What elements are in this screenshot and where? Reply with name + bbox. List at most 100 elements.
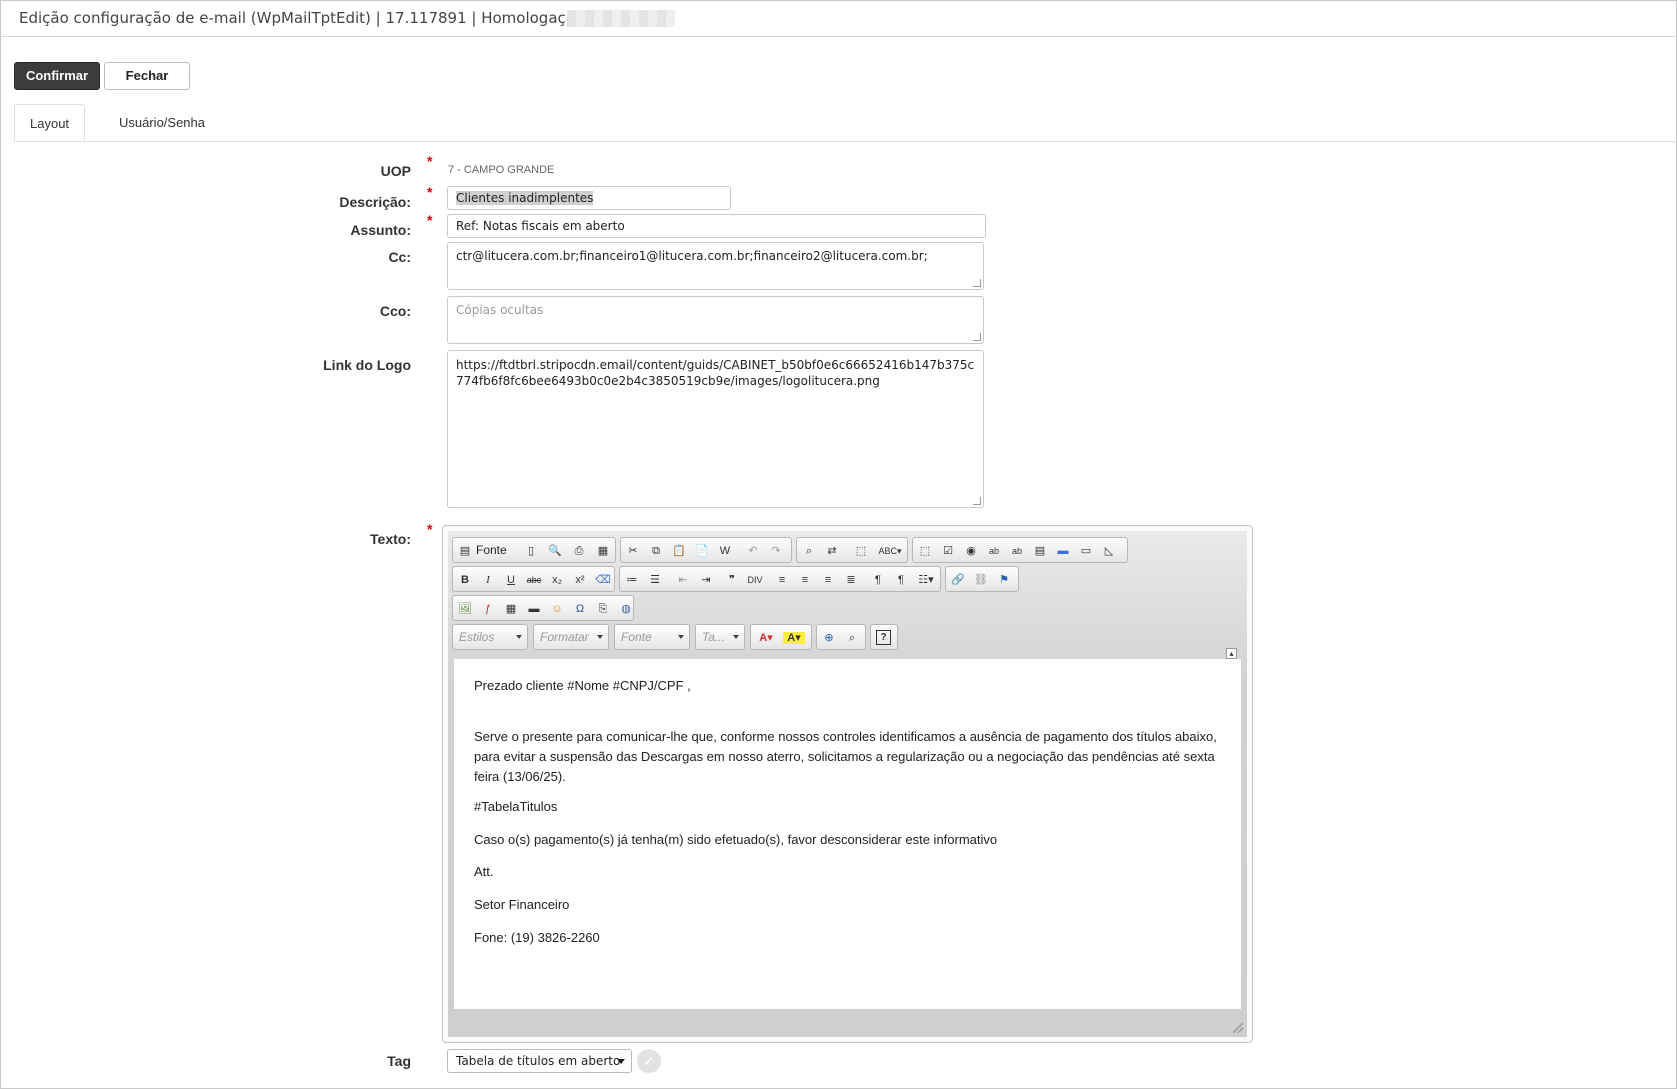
assunto-label: Assunto: xyxy=(350,222,411,238)
assunto-input[interactable]: Ref: Notas fiscais em aberto xyxy=(447,214,986,238)
outdent-icon[interactable]: ⇤ xyxy=(675,572,691,588)
subscript-icon[interactable]: x₂ xyxy=(549,572,565,588)
check-circle-icon[interactable]: ✓ xyxy=(637,1049,661,1073)
size-combo[interactable]: Ta... xyxy=(695,624,745,650)
toolbar-group-colors: A▾ A▾ xyxy=(750,624,812,650)
tag-select[interactable]: Tabela de títulos em aberto xyxy=(447,1049,632,1073)
toolbar-group-clipboard: ✂ ⧉ 📋 📄 W ↶ ↷ xyxy=(620,537,792,563)
replace-icon[interactable]: ⇄ xyxy=(824,543,840,559)
select-all-icon[interactable]: ⬚ xyxy=(853,543,869,559)
tab-user-password[interactable]: Usuário/Senha xyxy=(104,104,220,141)
maximize-icon[interactable]: ⊕ xyxy=(821,630,837,646)
toolbar-group-help: ? xyxy=(870,624,898,650)
cc-value: ctr@litucera.com.br;financeiro1@litucera… xyxy=(456,249,928,263)
assunto-value: Ref: Notas fiscais em aberto xyxy=(456,219,625,233)
link-icon[interactable]: 🔗 xyxy=(950,572,966,588)
source-button-label[interactable]: Fonte xyxy=(476,543,507,557)
remove-format-icon[interactable]: ⌫ xyxy=(595,572,611,588)
hidden-field-icon[interactable]: ◺ xyxy=(1101,543,1117,559)
font-combo[interactable]: Fonte xyxy=(614,624,690,650)
new-page-icon[interactable]: ▯ xyxy=(523,543,539,559)
descricao-input[interactable]: Clientes inadimplentes xyxy=(447,186,731,210)
preview-icon[interactable]: 🔍 xyxy=(547,543,563,559)
descricao-value: Clientes inadimplentes xyxy=(456,191,594,205)
anchor-icon[interactable]: ⚑ xyxy=(996,572,1012,588)
ltr-icon[interactable]: ¶ xyxy=(870,572,886,588)
italic-icon[interactable]: I xyxy=(480,572,496,588)
button-field-icon[interactable]: ▬ xyxy=(1055,543,1071,559)
editor-resize-handle[interactable] xyxy=(1233,1023,1243,1033)
align-center-icon[interactable]: ≡ xyxy=(797,572,813,588)
checkbox-icon[interactable]: ☑ xyxy=(940,543,956,559)
iframe-icon[interactable]: ◍ xyxy=(618,601,634,617)
close-button[interactable]: Fechar xyxy=(104,62,190,90)
text-color-icon[interactable]: A▾ xyxy=(755,630,777,646)
source-icon[interactable]: ▤ xyxy=(457,543,473,559)
tag-label: Tag xyxy=(387,1053,411,1069)
format-combo[interactable]: Formatar xyxy=(533,624,609,650)
logo-label: Link do Logo xyxy=(323,357,411,373)
cc-label: Cc: xyxy=(388,249,411,265)
find-icon[interactable]: ⌕ xyxy=(801,543,817,559)
tab-layout[interactable]: Layout xyxy=(14,104,86,141)
language-icon[interactable]: ☷▾ xyxy=(916,572,936,588)
required-mark: * xyxy=(427,153,433,169)
image-button-icon[interactable]: ▭ xyxy=(1078,543,1094,559)
logo-textarea[interactable]: https://ftdtbrl.stripocdn.email/content/… xyxy=(447,350,984,508)
superscript-icon[interactable]: x² xyxy=(572,572,588,588)
div-container-icon[interactable]: DIV xyxy=(747,572,763,588)
copy-icon[interactable]: ⧉ xyxy=(648,543,664,559)
logo-value: https://ftdtbrl.stripocdn.email/content/… xyxy=(456,358,975,388)
special-char-icon[interactable]: Ω xyxy=(572,601,588,617)
toolbar-group-links: 🔗 ⛓ ⚑ xyxy=(945,566,1019,592)
flash-icon[interactable]: ƒ xyxy=(480,601,496,617)
resize-handle[interactable] xyxy=(973,333,981,341)
templates-icon[interactable]: ▦ xyxy=(595,543,611,559)
rich-text-editor: ▤ Fonte ▯ 🔍 ⎙ ▦ ✂ ⧉ 📋 📄 W ↶ ↷ ⌕ ⇄ ⬚ ABC▾ xyxy=(442,525,1253,1043)
smiley-icon[interactable]: ☺ xyxy=(549,601,565,617)
resize-handle[interactable] xyxy=(973,279,981,287)
form-icon[interactable]: ⬚ xyxy=(917,543,933,559)
horizontal-rule-icon[interactable]: ▬ xyxy=(526,601,542,617)
textfield-icon[interactable]: ab xyxy=(986,543,1002,559)
page-break-icon[interactable]: ⎘ xyxy=(595,601,611,617)
undo-icon[interactable]: ↶ xyxy=(745,543,761,559)
bold-icon[interactable]: B xyxy=(457,572,473,588)
image-icon[interactable]: 🖼 xyxy=(457,601,473,617)
resize-handle[interactable] xyxy=(973,497,981,505)
textarea-icon[interactable]: ab xyxy=(1009,543,1025,559)
redo-icon[interactable]: ↷ xyxy=(768,543,784,559)
editor-content-area[interactable]: Prezado cliente #Nome #CNPJ/CPF , Serve … xyxy=(454,659,1241,1009)
paste-icon[interactable]: 📋 xyxy=(671,543,687,559)
print-icon[interactable]: ⎙ xyxy=(571,543,587,559)
table-icon[interactable]: ▦ xyxy=(503,601,519,617)
unlink-icon[interactable]: ⛓ xyxy=(973,572,989,588)
indent-icon[interactable]: ⇥ xyxy=(698,572,714,588)
align-left-icon[interactable]: ≡ xyxy=(774,572,790,588)
show-blocks-icon[interactable]: ⌕ xyxy=(844,630,860,646)
window-title: Edição configuração de e-mail (WpMailTpt… xyxy=(19,9,594,27)
toolbar-group-paragraph: ≔ ☰ ⇤ ⇥ ❞ DIV ≡ ≡ ≡ ≣ ¶ ¶ ☷▾ xyxy=(619,566,941,592)
rtl-icon[interactable]: ¶ xyxy=(893,572,909,588)
blockquote-icon[interactable]: ❞ xyxy=(724,572,740,588)
numbered-list-icon[interactable]: ≔ xyxy=(624,572,640,588)
underline-icon[interactable]: U xyxy=(503,572,519,588)
background-color-icon[interactable]: A▾ xyxy=(783,632,805,644)
cco-textarea[interactable]: Cópias ocultas xyxy=(447,296,984,344)
confirm-button[interactable]: Confirmar xyxy=(14,62,100,90)
justify-icon[interactable]: ≣ xyxy=(843,572,859,588)
radio-icon[interactable]: ◉ xyxy=(963,543,979,559)
styles-combo[interactable]: Estilos xyxy=(452,624,528,650)
cut-icon[interactable]: ✂ xyxy=(625,543,641,559)
cc-textarea[interactable]: ctr@litucera.com.br;financeiro1@litucera… xyxy=(447,242,984,290)
select-field-icon[interactable]: ▤ xyxy=(1032,543,1048,559)
paste-text-icon[interactable]: 📄 xyxy=(694,543,710,559)
paste-word-icon[interactable]: W xyxy=(717,543,733,559)
strike-icon[interactable]: abc xyxy=(526,572,542,588)
align-right-icon[interactable]: ≡ xyxy=(820,572,836,588)
bulleted-list-icon[interactable]: ☰ xyxy=(647,572,663,588)
spellcheck-icon[interactable]: ABC▾ xyxy=(877,543,903,559)
collapse-toolbar-icon[interactable]: ▴ xyxy=(1226,648,1237,659)
help-icon[interactable]: ? xyxy=(876,630,891,645)
toolbar-group-document: ▤ Fonte ▯ 🔍 ⎙ ▦ xyxy=(452,537,616,563)
